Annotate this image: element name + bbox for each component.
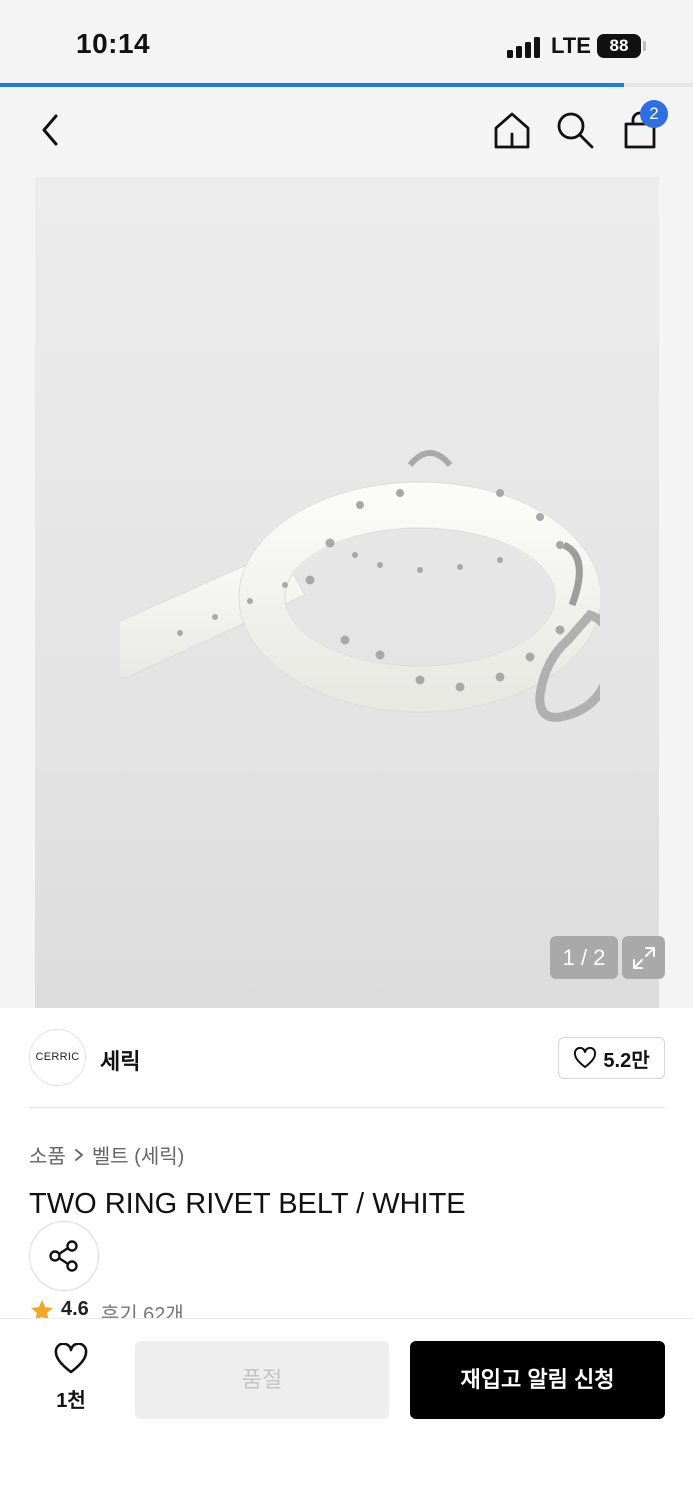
chevron-right-icon (74, 1148, 83, 1161)
signal-icon (507, 36, 543, 58)
brand-logo[interactable]: CERRIC (29, 1029, 86, 1086)
battery-icon: 88 (597, 34, 641, 58)
home-icon (494, 112, 530, 149)
expand-image-button[interactable] (622, 936, 665, 979)
bottom-action-bar: 1천 품절 재입고 알림 신청 (0, 1318, 693, 1500)
back-button[interactable] (26, 106, 74, 154)
review-count: 후기 62개 (100, 1304, 184, 1318)
search-icon (557, 112, 594, 149)
cart-count-badge: 2 (640, 100, 668, 128)
battery-tip (643, 41, 646, 51)
belt-illustration (120, 450, 600, 722)
top-nav: 2 (0, 87, 693, 177)
rating-score: 4.6 (61, 1298, 89, 1318)
soldout-button: 품절 (135, 1341, 389, 1419)
image-counter: 1 / 2 (550, 936, 618, 979)
breadcrumb: 소품 벨트 (세릭) (29, 1140, 184, 1169)
home-button[interactable] (488, 106, 536, 154)
status-bar: 10:14 LTE 88 (0, 0, 693, 84)
brand-name[interactable]: 세릭 (100, 1044, 140, 1076)
product-image-gallery[interactable]: 1 / 2 (0, 177, 693, 1008)
network-label: LTE (551, 33, 591, 58)
wishlist-count: 1천 (56, 1390, 86, 1412)
breadcrumb-subcategory[interactable]: 벨트 (세릭) (92, 1140, 184, 1169)
expand-icon (632, 946, 655, 969)
share-icon (49, 1240, 78, 1272)
chevron-left-icon (42, 114, 58, 146)
share-button[interactable] (29, 1221, 99, 1291)
rating-row[interactable]: 4.6 후기 62개 (29, 1298, 184, 1318)
brand-like-button[interactable]: 5.2만 (558, 1037, 665, 1079)
product-image (35, 177, 659, 1008)
brand-like-count: 5.2만 (603, 1049, 650, 1072)
heart-icon (574, 1047, 597, 1068)
heart-icon (54, 1342, 88, 1374)
breadcrumb-category[interactable]: 소품 (29, 1140, 66, 1169)
product-title: TWO RING RIVET BELT / WHITE (29, 1188, 466, 1220)
divider (29, 1107, 665, 1108)
star-icon (31, 1300, 53, 1318)
cart-button[interactable]: 2 (616, 100, 668, 154)
status-time: 10:14 (76, 28, 151, 59)
search-button[interactable] (551, 106, 599, 154)
wishlist-button[interactable]: 1천 (42, 1342, 100, 1413)
restock-alert-button[interactable]: 재입고 알림 신청 (410, 1341, 665, 1419)
